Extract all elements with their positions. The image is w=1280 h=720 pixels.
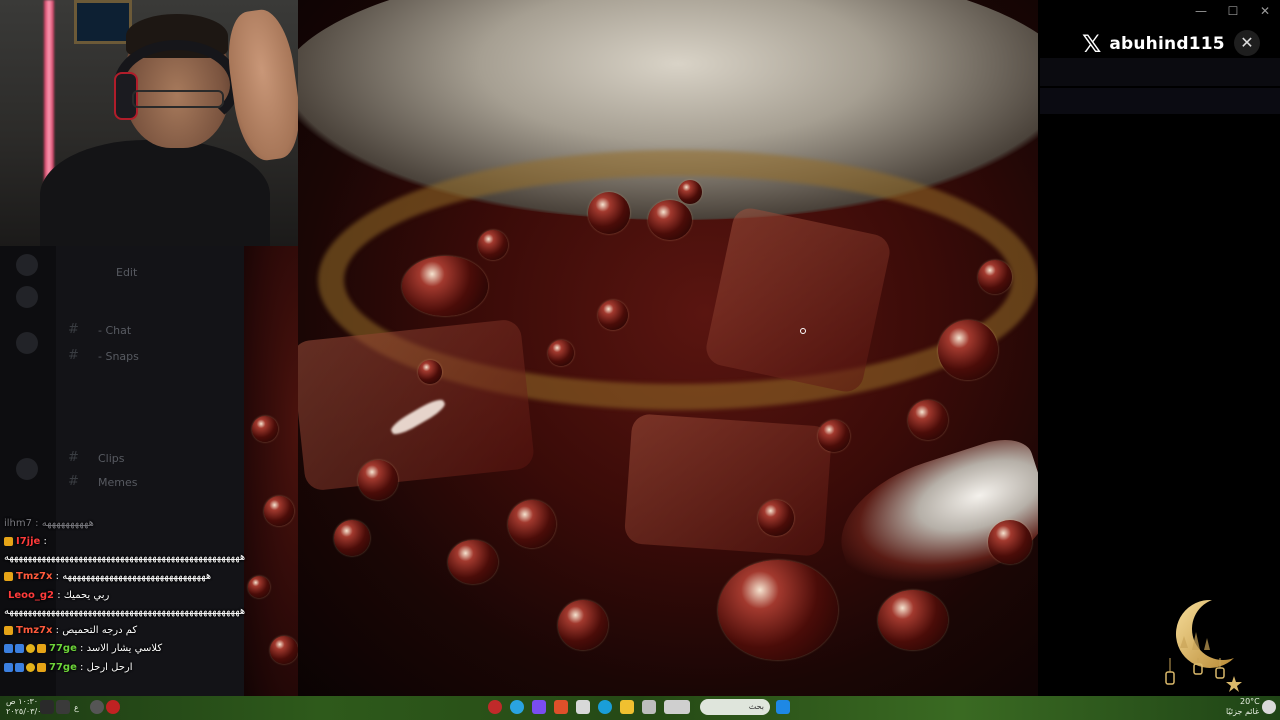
chat-text: ارحل ارحل xyxy=(86,662,133,673)
subscriber-badge-icon xyxy=(4,536,13,546)
server-icon[interactable] xyxy=(16,458,38,480)
chat-message: 77ge : كلاسي يشار الاسد xyxy=(4,641,162,657)
window-close-button[interactable]: ✕ xyxy=(1258,4,1272,18)
ice-cube xyxy=(298,318,536,492)
chat-username[interactable]: Tmz7x xyxy=(16,625,52,636)
webcam-feed xyxy=(0,0,298,246)
chat-username[interactable]: 77ge xyxy=(49,643,77,654)
windows-start-icon[interactable] xyxy=(776,700,790,714)
hash-icon: # xyxy=(68,450,79,465)
chat-username[interactable]: ilhm7 xyxy=(4,518,32,529)
chat-text: كم درجه التحميص xyxy=(62,625,138,636)
hash-icon: # xyxy=(68,474,79,489)
prime-badge-icon xyxy=(4,643,13,653)
chat-username[interactable]: 77ge xyxy=(49,662,77,673)
overlay-close-button[interactable]: ✕ xyxy=(1234,30,1260,56)
server-icon[interactable] xyxy=(16,332,38,354)
crescent-moon-icon xyxy=(1165,599,1242,692)
chat-text: ربي يحميك xyxy=(63,590,110,601)
prime-badge-icon xyxy=(15,662,24,672)
channel-memes[interactable]: Memes xyxy=(98,476,137,489)
taskbar: ١٠:٣٠ ص ٢٠٢٥/٠٣/٠١ ع بحث 20°C غائم جزئيً… xyxy=(0,696,1280,720)
drink-video xyxy=(298,0,1038,696)
drink-video-edge xyxy=(244,246,298,696)
app-icon-white[interactable] xyxy=(576,700,590,714)
ghost-action-bar xyxy=(1040,88,1280,114)
chat-message: هههههههههههههههههههههههههههههههههههههههه… xyxy=(4,550,245,566)
app-icon-gray[interactable] xyxy=(642,700,656,714)
chat-message: Tmz7x : هههههههههههههههههههههههههههههههه xyxy=(4,569,211,585)
x-handle-text: abuhind115 xyxy=(1109,34,1225,54)
maximize-button[interactable]: ☐ xyxy=(1226,4,1240,18)
people-icon[interactable] xyxy=(664,700,690,714)
streamer-body xyxy=(40,140,270,246)
weather-temp[interactable]: 20°C xyxy=(1240,697,1260,707)
subscriber-badge-icon xyxy=(37,662,46,672)
hash-icon: # xyxy=(68,322,79,337)
glasses xyxy=(132,90,224,108)
chat-message: Tmz7x : كم درجه التحميص xyxy=(4,623,137,639)
chat-message: هههههههههههههههههههههههههههههههههههههههه… xyxy=(4,604,245,620)
mouse-cursor xyxy=(800,328,806,334)
taskbar-search[interactable]: بحث xyxy=(700,699,770,715)
window-controls: — ☐ ✕ xyxy=(1194,4,1272,18)
bits-badge-icon xyxy=(26,643,35,653)
chat-message: I7jje : xyxy=(4,534,47,550)
record-icon[interactable] xyxy=(106,700,120,714)
weather-desc[interactable]: غائم جزئيًا xyxy=(1226,707,1259,717)
telegram-icon[interactable] xyxy=(510,700,524,714)
app-icon-record[interactable] xyxy=(488,700,502,714)
file-explorer-icon[interactable] xyxy=(620,700,634,714)
channel-chat[interactable]: - Chat xyxy=(98,324,131,337)
edge-icon[interactable] xyxy=(598,700,612,714)
subscriber-badge-icon xyxy=(4,625,13,635)
chat-text: هههههههههههههههههههههههههههههههههههههههه… xyxy=(4,606,246,617)
app-icon-purple[interactable] xyxy=(532,700,546,714)
prime-badge-icon xyxy=(15,643,24,653)
notification-icon[interactable] xyxy=(40,700,54,714)
brave-icon[interactable] xyxy=(554,700,568,714)
server-icon[interactable] xyxy=(16,286,38,308)
subscriber-badge-icon xyxy=(4,571,13,581)
chat-username[interactable]: Leoo_g2 xyxy=(8,590,54,601)
x-handle-badge: 𝕏 abuhind115 xyxy=(1082,30,1225,58)
ghost-search-bar xyxy=(1040,58,1280,86)
server-icon[interactable] xyxy=(16,254,38,276)
chat-message: Leoo_g2 : ربي يحميك xyxy=(8,590,110,601)
taskbar-time[interactable]: ١٠:٣٠ ص xyxy=(6,697,38,707)
channel-edit[interactable]: Edit xyxy=(116,266,137,279)
channel-clips[interactable]: Clips xyxy=(98,452,125,465)
chat-text: ههههههههههه xyxy=(41,518,94,529)
minimize-button[interactable]: — xyxy=(1194,4,1208,18)
weather-icon[interactable] xyxy=(1262,700,1276,714)
subscriber-badge-icon xyxy=(37,643,46,653)
bits-badge-icon xyxy=(26,662,35,672)
streamer-hand xyxy=(221,6,298,164)
ice-cube xyxy=(623,413,833,557)
chat-text: كلاسي يشار الاسد xyxy=(86,643,163,654)
hash-icon: # xyxy=(68,348,79,363)
prime-badge-icon xyxy=(4,662,13,672)
chat-message: ilhm7 : ههههههههههه xyxy=(4,518,94,529)
language-icon[interactable] xyxy=(56,700,70,714)
microphone-icon[interactable] xyxy=(90,700,104,714)
ice-cube xyxy=(703,205,893,395)
chat-text: هههههههههههههههههههههههههههههههه xyxy=(62,571,212,582)
wall-frame xyxy=(74,0,132,44)
channel-snaps[interactable]: - Snaps xyxy=(98,350,139,363)
chat-username[interactable]: Tmz7x xyxy=(16,571,52,582)
chat-message: 77ge : ارحل ارحل xyxy=(4,660,133,676)
language-indicator[interactable]: ع xyxy=(74,703,79,712)
x-logo-icon: 𝕏 xyxy=(1082,30,1102,58)
chat-username[interactable]: I7jje xyxy=(16,536,40,547)
chat-text: هههههههههههههههههههههههههههههههههههههههه… xyxy=(4,552,246,563)
